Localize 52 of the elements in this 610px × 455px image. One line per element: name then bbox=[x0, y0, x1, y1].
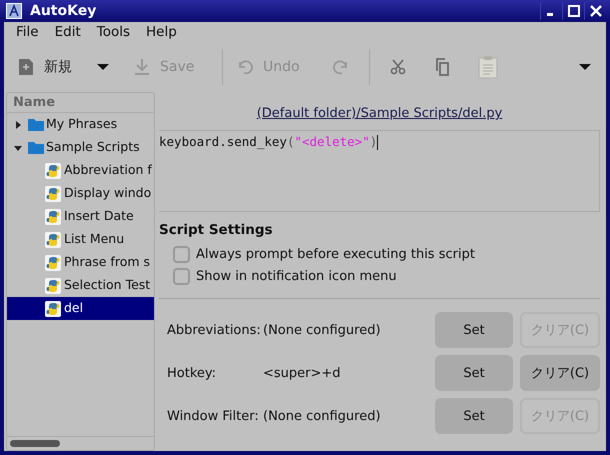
tree-item[interactable]: Phrase from s bbox=[7, 251, 154, 274]
menu-item[interactable]: File bbox=[8, 22, 47, 42]
new-file-icon bbox=[18, 58, 34, 76]
toolbar-button[interactable]: 新規 bbox=[10, 52, 100, 82]
folder-icon bbox=[28, 140, 44, 156]
section-title: Script Settings bbox=[159, 220, 274, 240]
python-file-icon bbox=[45, 208, 61, 224]
setting-label: Window Filter: bbox=[167, 408, 260, 426]
download-icon bbox=[134, 58, 150, 76]
tree-item[interactable]: Insert Date bbox=[7, 205, 154, 228]
tree-item[interactable]: del bbox=[7, 297, 154, 320]
python-file-icon bbox=[45, 278, 61, 294]
setting-label: Abbreviations: bbox=[167, 322, 262, 340]
file-path-link[interactable]: (Default folder)/Sample Scripts/del.py bbox=[256, 106, 502, 121]
scrollbar-thumb[interactable] bbox=[10, 440, 60, 447]
set-button[interactable]: Set bbox=[435, 312, 513, 348]
set-button[interactable]: Set bbox=[435, 355, 513, 392]
tree-item[interactable]: Display windo bbox=[7, 182, 154, 205]
caret-icon[interactable] bbox=[96, 63, 110, 71]
checkbox[interactable] bbox=[173, 268, 190, 286]
tree-item[interactable]: Abbreviation f bbox=[7, 159, 154, 182]
menu-item[interactable]: Edit bbox=[46, 22, 89, 42]
setting-label: Hotkey: bbox=[167, 364, 218, 382]
app-icon bbox=[6, 3, 22, 19]
python-file-icon bbox=[45, 186, 61, 202]
setting-value: (None configured) bbox=[263, 408, 382, 426]
tree-item[interactable]: Sample Scripts bbox=[7, 136, 154, 159]
set-button[interactable]: Set bbox=[435, 398, 513, 434]
expand-arrow-icon[interactable] bbox=[13, 120, 23, 130]
undo-icon bbox=[237, 59, 253, 75]
tree-item[interactable]: My Phrases bbox=[7, 113, 154, 136]
python-file-icon bbox=[45, 300, 61, 316]
folder-icon bbox=[28, 116, 44, 132]
setting-value: <super>+d bbox=[263, 364, 342, 382]
tree-item[interactable]: List Menu bbox=[7, 228, 154, 251]
caret-icon[interactable] bbox=[578, 63, 592, 71]
checkbox[interactable] bbox=[173, 246, 190, 264]
checkbox-label: Always prompt before executing this script bbox=[196, 246, 475, 264]
code-editor[interactable]: keyboard.send_key("<delete>") bbox=[159, 130, 600, 212]
menu-item[interactable]: Help bbox=[138, 22, 185, 42]
scissors-icon[interactable] bbox=[390, 59, 406, 75]
python-file-icon bbox=[45, 254, 61, 270]
tree-item[interactable]: Selection Test bbox=[7, 274, 154, 297]
copy-icon[interactable] bbox=[434, 58, 450, 76]
python-file-icon bbox=[45, 232, 61, 248]
python-file-icon bbox=[45, 162, 61, 178]
window-title: AutoKey bbox=[30, 2, 98, 20]
checkbox-label: Show in notification icon menu bbox=[196, 268, 397, 286]
column-header: Name bbox=[7, 93, 154, 113]
setting-value: (None configured) bbox=[263, 322, 382, 340]
clear-button[interactable]: クリア(C) bbox=[520, 355, 600, 392]
menu-item[interactable]: Tools bbox=[88, 22, 138, 42]
